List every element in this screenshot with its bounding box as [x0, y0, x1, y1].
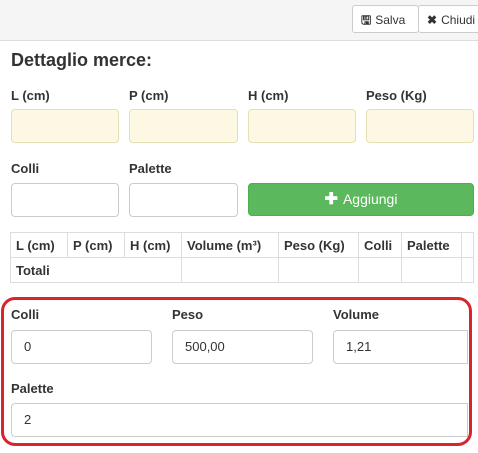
goods-table: L (cm) P (cm) H (cm) Volume (m³) Peso (K…	[10, 232, 474, 283]
add-button[interactable]: ✚ Aggiungi	[248, 183, 474, 216]
peso-label: Peso (Kg)	[366, 88, 427, 103]
l-label: L (cm)	[11, 88, 50, 103]
col-header-p: P (cm)	[67, 232, 125, 258]
h-input[interactable]	[248, 109, 356, 143]
summary-peso-label: Peso	[172, 307, 204, 322]
totals-palette	[401, 257, 462, 283]
palette-label: Palette	[129, 161, 172, 176]
col-header-colli: Colli	[358, 232, 402, 258]
p-input[interactable]	[129, 109, 238, 143]
summary-peso-field[interactable]: 500,00	[172, 330, 313, 364]
col-header-extra	[461, 232, 474, 258]
l-input[interactable]	[11, 109, 119, 143]
plus-icon: ✚	[324, 191, 338, 208]
totals-peso	[278, 257, 359, 283]
col-header-h: H (cm)	[124, 232, 182, 258]
totals-label: Totali	[10, 257, 182, 283]
summary-colli-label: Colli	[11, 307, 40, 322]
col-header-volume: Volume (m³)	[181, 232, 279, 258]
summary-volume-label: Volume	[333, 307, 379, 322]
page-title: Dettaglio merce:	[11, 50, 153, 70]
save-label: Salva	[375, 13, 406, 27]
colli-label: Colli	[11, 161, 40, 176]
close-button[interactable]: ✖ Chiudi	[418, 5, 478, 33]
col-header-peso: Peso (Kg)	[278, 232, 359, 258]
h-label: H (cm)	[248, 88, 289, 103]
summary-palette-label: Palette	[11, 381, 54, 396]
close-icon: ✖	[427, 13, 438, 27]
save-button[interactable]: 🖫 Salva	[352, 5, 419, 33]
summary-colli-field[interactable]: 0	[11, 330, 152, 364]
totals-volume	[181, 257, 279, 283]
totals-colli	[358, 257, 402, 283]
summary-palette-field[interactable]: 2	[11, 403, 468, 437]
add-button-label: Aggiungi	[342, 191, 398, 207]
table-header-row: L (cm) P (cm) H (cm) Volume (m³) Peso (K…	[10, 232, 474, 258]
col-header-l: L (cm)	[10, 232, 68, 258]
peso-input[interactable]	[366, 109, 474, 143]
totals-extra	[461, 257, 474, 283]
totals-row: Totali	[10, 257, 474, 283]
palette-input[interactable]	[129, 183, 238, 217]
close-label: Chiudi	[441, 13, 476, 27]
summary-volume-field[interactable]: 1,21	[333, 330, 468, 364]
p-label: P (cm)	[129, 88, 169, 103]
col-header-palette: Palette	[401, 232, 462, 258]
colli-input[interactable]	[11, 183, 119, 217]
save-icon: 🖫	[361, 13, 372, 27]
toolbar: 🖫 Salva ✖ Chiudi	[0, 0, 478, 41]
